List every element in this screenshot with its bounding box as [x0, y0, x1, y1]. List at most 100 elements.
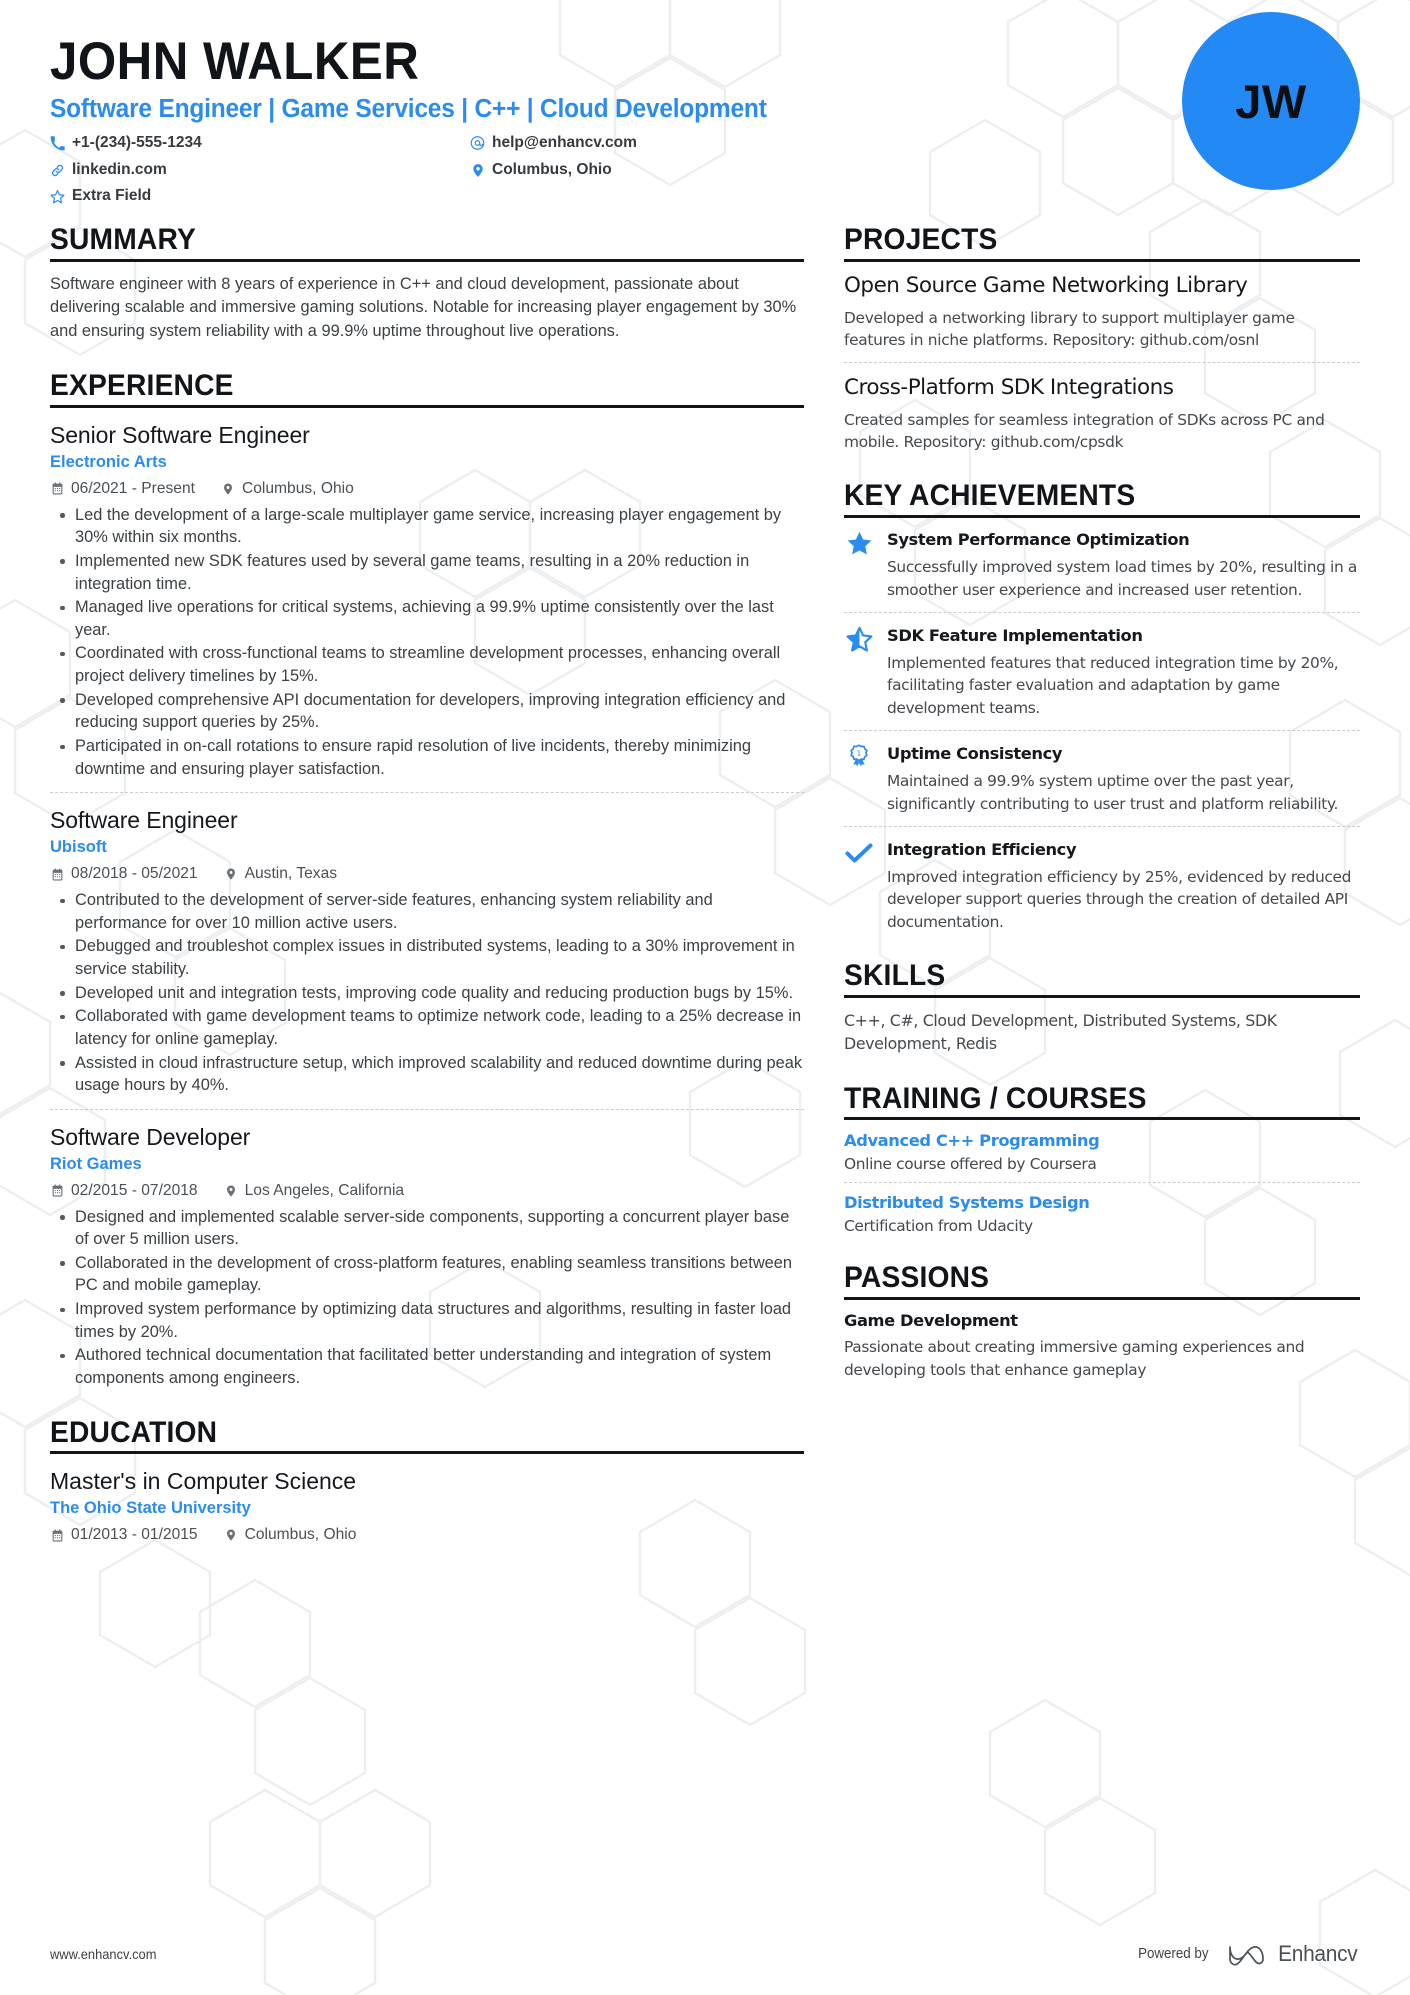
job-dates-value: 08/2018 - 05/2021 [71, 865, 198, 883]
star-outline-icon [50, 189, 65, 204]
job-title: Senior Software Engineer [50, 421, 310, 448]
project-description: Created samples for seamless integration… [844, 410, 1325, 452]
course-subtitle: Certification from Udacity [844, 1217, 1033, 1236]
section-experience: EXPERIENCE Senior Software Engineer Elec… [50, 369, 804, 1390]
svg-text:1: 1 [857, 750, 861, 758]
section-passions: PASSIONS Game Development Passionate abo… [844, 1261, 1360, 1380]
professional-title: Software Engineer | Game Services | C++ … [50, 94, 767, 123]
section-heading-passions: PASSIONS [844, 1261, 990, 1295]
education-entry: Master's in Computer Science The Ohio St… [50, 1465, 804, 1544]
award-ribbon-icon: 1 [844, 743, 874, 815]
experience-entry: Software Engineer Ubisoft 08/2018 - 05/2… [50, 792, 804, 1097]
job-bullet: Designed and implemented scalable server… [54, 1206, 804, 1251]
achievement-text: Uptime Consistency Maintained a 99.9% sy… [887, 743, 1360, 815]
achievement-entry: Integration Efficiency Improved integrat… [844, 825, 1360, 933]
job-company[interactable]: Ubisoft [50, 838, 804, 857]
phone-icon [50, 135, 65, 151]
education-meta: 01/2013 - 01/2015 Columbus, Ohio [50, 1526, 804, 1544]
achievement-entry: SDK Feature Implementation Implemented f… [844, 611, 1360, 719]
achievement-description: Improved integration efficiency by 25%, … [887, 868, 1352, 931]
contact-extra-field-value: Extra Field [72, 187, 152, 205]
job-bullet: Improved system performance by optimizin… [54, 1298, 804, 1343]
resume-content: JOHN WALKER Software Engineer | Game Ser… [0, 0, 1410, 1544]
page-title: JOHN WALKER [50, 32, 420, 91]
contact-extra-field[interactable]: Extra Field [50, 186, 470, 207]
passion-description: Passionate about creating immersive gami… [844, 1338, 1305, 1379]
job-bullet: Contributed to the development of server… [54, 889, 804, 934]
link-icon [50, 163, 65, 178]
section-rule [844, 1297, 1360, 1301]
achievement-title: System Performance Optimization [887, 530, 1190, 550]
job-location: Los Angeles, California [224, 1181, 405, 1200]
job-company[interactable]: Electronic Arts [50, 453, 804, 472]
job-bullets: Contributed to the development of server… [50, 889, 804, 1097]
job-meta: 02/2015 - 07/2018 Los Angeles, Californi… [50, 1182, 804, 1200]
job-bullet: Assisted in cloud infrastructure setup, … [54, 1052, 804, 1097]
location-pin-icon [470, 163, 485, 178]
project-description: Developed a networking library to suppor… [844, 308, 1295, 349]
contact-phone[interactable]: +1-(234)-555-1234 [50, 133, 470, 154]
job-bullet: Implemented new SDK features used by sev… [54, 550, 804, 595]
achievement-text: Integration Efficiency Improved integrat… [887, 839, 1360, 933]
calendar-icon [50, 1184, 64, 1198]
project-title: Open Source Game Networking Library [844, 273, 1248, 299]
resume-page: JOHN WALKER Software Engineer | Game Ser… [0, 0, 1410, 1995]
education-location: Columbus, Ohio [224, 1526, 357, 1544]
contact-list: +1-(234)-555-1234 help@enhancv.com linke… [50, 133, 850, 208]
right-column: PROJECTS Open Source Game Networking Lib… [840, 223, 1360, 1380]
left-column: SUMMARY Software engineer with 8 years o… [50, 223, 840, 1544]
contact-linkedin[interactable]: linkedin.com [50, 160, 470, 181]
section-heading-experience: EXPERIENCE [50, 369, 234, 403]
section-rule [50, 1451, 804, 1455]
education-school[interactable]: The Ohio State University [50, 1499, 804, 1518]
section-heading-skills: SKILLS [844, 959, 946, 993]
achievement-description: Successfully improved system load times … [887, 558, 1358, 599]
checkmark-icon [844, 839, 874, 933]
achievement-entry: 1 Uptime Consistency Maintained a 99.9% … [844, 730, 1360, 815]
job-location-value: Los Angeles, California [244, 1181, 405, 1199]
job-meta: 08/2018 - 05/2021 Austin, Texas [50, 865, 804, 883]
footer-website[interactable]: www.enhancv.com [50, 1946, 156, 1962]
contact-linkedin-value: linkedin.com [72, 160, 167, 178]
course-name[interactable]: Advanced C++ Programming [844, 1131, 1360, 1150]
job-bullet: Coordinated with cross-functional teams … [54, 642, 804, 687]
contact-email-value: help@enhancv.com [492, 133, 637, 151]
education-degree: Master's in Computer Science [50, 1468, 357, 1495]
summary-text: Software engineer with 8 years of experi… [50, 275, 797, 340]
job-dates: 06/2021 - Present [50, 480, 195, 498]
job-title: Software Engineer [50, 807, 238, 834]
skills-list: C++, C#, Cloud Development, Distributed … [844, 1010, 1277, 1054]
section-heading-summary: SUMMARY [50, 223, 196, 257]
calendar-icon [50, 1528, 64, 1542]
job-dates: 02/2015 - 07/2018 [50, 1182, 198, 1200]
contact-location[interactable]: Columbus, Ohio [470, 160, 850, 181]
enhancv-brand-name: Enhancv [1278, 1941, 1359, 1966]
enhancv-logo[interactable]: Enhancv [1227, 1941, 1360, 1967]
job-bullet: Authored technical documentation that fa… [54, 1344, 804, 1389]
course-entry: Advanced C++ Programming Online course o… [844, 1131, 1360, 1173]
project-title: Cross-Platform SDK Integrations [844, 375, 1174, 401]
section-rule [50, 404, 804, 408]
job-bullets: Led the development of a large-scale mul… [50, 504, 804, 781]
avatar-initials: JW [1235, 74, 1307, 128]
job-meta: 06/2021 - Present Columbus, Ohio [50, 480, 804, 498]
location-pin-icon [224, 1184, 238, 1198]
education-location-value: Columbus, Ohio [244, 1526, 357, 1544]
contact-email[interactable]: help@enhancv.com [470, 133, 850, 154]
job-dates-value: 02/2015 - 07/2018 [71, 1181, 198, 1199]
enhancv-mark-icon [1229, 1946, 1265, 1966]
job-company[interactable]: Riot Games [50, 1155, 804, 1174]
course-name[interactable]: Distributed Systems Design [844, 1193, 1360, 1212]
achievement-title: Uptime Consistency [887, 744, 1063, 764]
job-location-value: Austin, Texas [244, 865, 338, 883]
experience-entry: Senior Software Engineer Electronic Arts… [50, 419, 804, 780]
location-pin-icon [224, 1528, 238, 1542]
section-heading-projects: PROJECTS [844, 223, 998, 257]
section-rule [844, 994, 1360, 998]
job-bullet: Debugged and troubleshot complex issues … [54, 935, 804, 980]
section-rule [844, 514, 1360, 519]
calendar-icon [50, 867, 64, 881]
passion-name: Game Development [844, 1311, 1018, 1331]
job-location: Austin, Texas [224, 865, 337, 883]
achievement-description: Maintained a 99.9% system uptime over th… [887, 772, 1339, 813]
